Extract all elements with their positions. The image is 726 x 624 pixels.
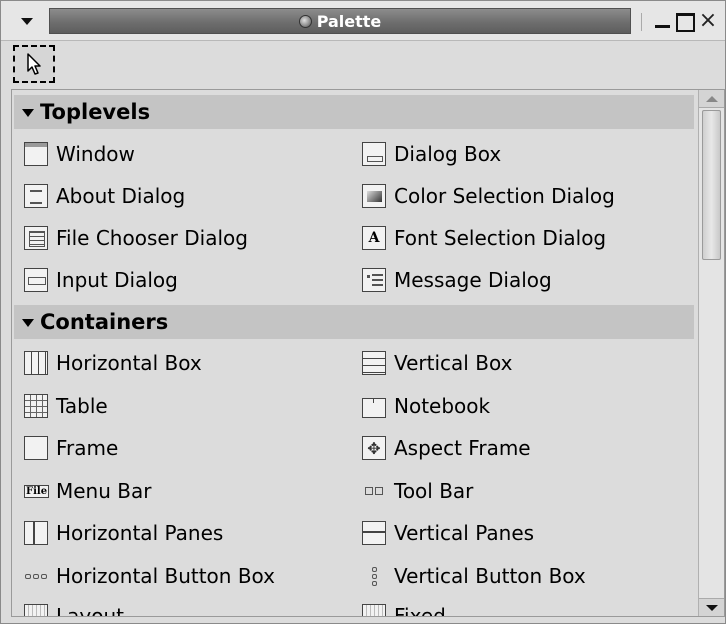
menu-bar-icon-glyph: File: [24, 484, 50, 498]
expander-down-icon[interactable]: [22, 109, 34, 117]
item-label: File Chooser Dialog: [56, 226, 248, 250]
pointer-arrow-icon: [27, 53, 41, 75]
item-label: Aspect Frame: [394, 436, 531, 460]
about-dialog-icon: [24, 184, 48, 208]
item-label: Tool Bar: [394, 479, 474, 503]
dialog-icon: [362, 142, 386, 166]
vbox-icon: [362, 351, 386, 375]
close-button[interactable]: ×: [697, 10, 719, 32]
palette-item-input-dialog[interactable]: Input Dialog: [24, 264, 178, 296]
vbutton-box-icon: [362, 564, 386, 588]
item-label: Input Dialog: [56, 268, 178, 292]
palette-item-color-selection-dialog[interactable]: Color Selection Dialog: [362, 180, 615, 212]
item-label: Horizontal Panes: [56, 521, 224, 545]
tool-bar-icon: [362, 479, 386, 503]
vpanes-icon: [362, 521, 386, 545]
window-icon: [24, 142, 48, 166]
palette-item-layout[interactable]: Layout: [24, 600, 124, 616]
section-title: Toplevels: [40, 100, 151, 124]
palette-panel: Toplevels Window Dialog Box About Dialog…: [11, 89, 725, 617]
item-label: Table: [56, 394, 108, 418]
item-label: Window: [56, 142, 135, 166]
notebook-icon: [362, 398, 386, 418]
font-selection-icon: A: [362, 226, 386, 250]
item-label: Color Selection Dialog: [394, 184, 615, 208]
item-label: Vertical Button Box: [394, 564, 586, 588]
item-label: Menu Bar: [56, 479, 152, 503]
palette-item-file-chooser-dialog[interactable]: File Chooser Dialog: [24, 222, 248, 254]
item-label: Frame: [56, 436, 119, 460]
message-dialog-icon: [362, 268, 386, 292]
aspect-frame-icon: ✥: [362, 436, 386, 460]
hpanes-icon: [24, 521, 48, 545]
palette-item-horizontal-button-box[interactable]: Horizontal Button Box: [24, 560, 275, 592]
minimize-button[interactable]: [651, 10, 673, 32]
palette-item-message-dialog[interactable]: Message Dialog: [362, 264, 552, 296]
palette-item-table[interactable]: Table: [24, 390, 108, 422]
palette-item-window[interactable]: Window: [24, 138, 135, 170]
layout-icon: [24, 604, 48, 616]
item-label: Notebook: [394, 394, 491, 418]
item-label: Layout: [56, 604, 124, 616]
window-title: Palette: [316, 11, 382, 31]
titlebar-separator: [641, 13, 642, 31]
item-label: Message Dialog: [394, 268, 552, 292]
item-label: Vertical Box: [394, 351, 513, 375]
item-label: Fixed: [394, 604, 446, 616]
palette-window: Palette × Toplevels Window Dialog Box Ab…: [0, 0, 726, 624]
table-icon: [24, 394, 48, 418]
palette-content: Toplevels Window Dialog Box About Dialog…: [12, 90, 698, 616]
hbox-icon: [24, 351, 48, 375]
section-title: Containers: [40, 310, 169, 334]
palette-item-aspect-frame[interactable]: ✥ Aspect Frame: [362, 432, 531, 464]
scroll-up-button[interactable]: [699, 90, 724, 108]
title-bar[interactable]: Palette ×: [1, 1, 725, 41]
vertical-scrollbar[interactable]: [698, 90, 724, 616]
frame-icon: [24, 436, 48, 460]
title-strip[interactable]: Palette: [49, 8, 631, 34]
palette-item-vertical-box[interactable]: Vertical Box: [362, 347, 512, 379]
palette-item-horizontal-box[interactable]: Horizontal Box: [24, 347, 202, 379]
selector-button[interactable]: [13, 45, 55, 83]
menu-bar-icon: File: [24, 479, 50, 503]
palette-item-menu-bar[interactable]: File Menu Bar: [24, 475, 151, 507]
palette-toolbar: [1, 41, 725, 87]
item-label: Font Selection Dialog: [394, 226, 607, 250]
scroll-down-button[interactable]: [699, 598, 724, 616]
palette-item-frame[interactable]: Frame: [24, 432, 118, 464]
palette-item-font-selection-dialog[interactable]: A Font Selection Dialog: [362, 222, 606, 254]
section-header-toplevels[interactable]: Toplevels: [14, 95, 694, 129]
expander-down-icon[interactable]: [22, 319, 34, 327]
item-label: Horizontal Button Box: [56, 564, 276, 588]
fixed-icon: [362, 604, 386, 616]
app-icon: [298, 14, 312, 28]
palette-item-vertical-panes[interactable]: Vertical Panes: [362, 517, 534, 549]
palette-item-tool-bar[interactable]: Tool Bar: [362, 475, 473, 507]
window-menu-button[interactable]: [13, 9, 41, 33]
item-label: Dialog Box: [394, 142, 502, 166]
scroll-thumb[interactable]: [702, 110, 721, 260]
palette-item-notebook[interactable]: Notebook: [362, 390, 490, 422]
item-label: Horizontal Box: [56, 351, 202, 375]
item-label: About Dialog: [56, 184, 186, 208]
palette-item-fixed[interactable]: Fixed: [362, 600, 446, 616]
section-header-containers[interactable]: Containers: [14, 305, 694, 339]
color-selection-icon: [362, 184, 386, 208]
input-dialog-icon: [24, 268, 48, 292]
item-label: Vertical Panes: [394, 521, 535, 545]
palette-item-dialog-box[interactable]: Dialog Box: [362, 138, 501, 170]
palette-item-vertical-button-box[interactable]: Vertical Button Box: [362, 560, 586, 592]
file-chooser-icon: [24, 226, 48, 250]
maximize-button[interactable]: [673, 10, 695, 32]
palette-item-about-dialog[interactable]: About Dialog: [24, 180, 185, 212]
palette-item-horizontal-panes[interactable]: Horizontal Panes: [24, 517, 223, 549]
hbutton-box-icon: [24, 564, 48, 588]
